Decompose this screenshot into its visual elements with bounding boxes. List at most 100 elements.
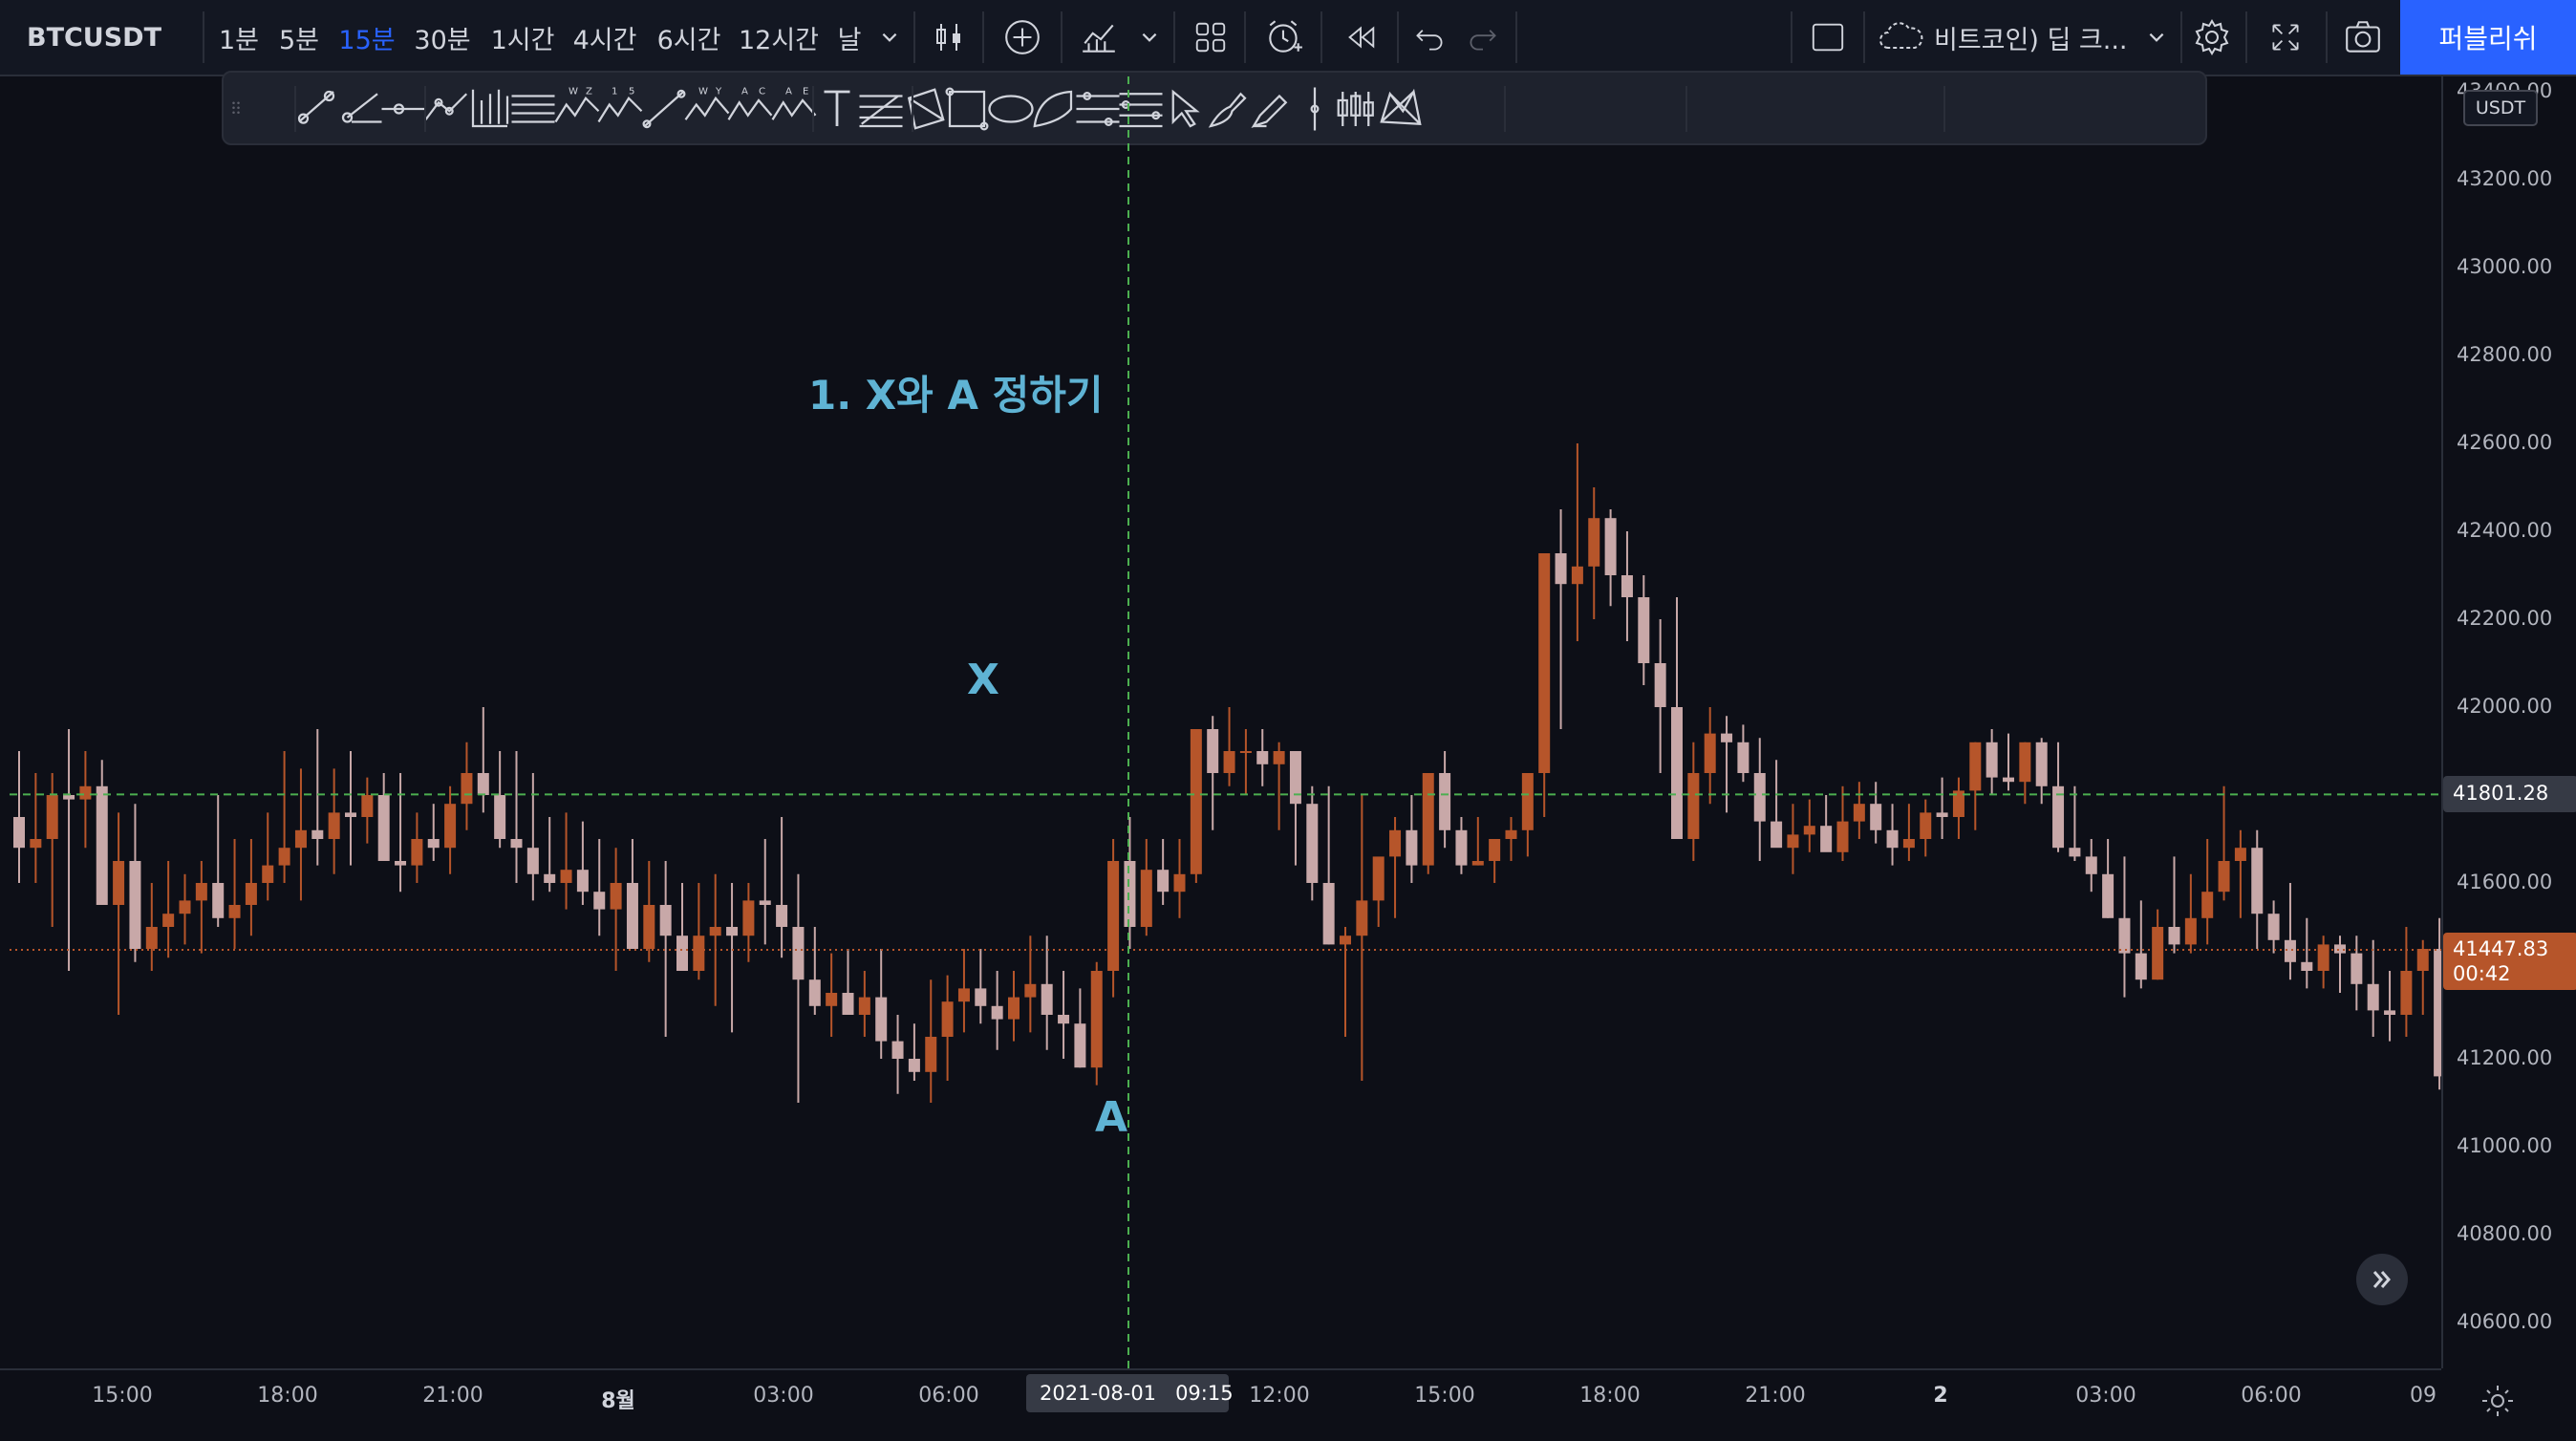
last-price-label: 41447.83 00:42 (2443, 932, 2576, 990)
candle-body (1340, 936, 1351, 945)
candle-body (726, 927, 739, 936)
candle-body (526, 848, 539, 874)
candle-body (113, 861, 125, 905)
interval-7[interactable]: 12시간 (734, 0, 824, 75)
candle-body (941, 1001, 954, 1037)
candle-body (2118, 917, 2131, 954)
candle-body (477, 773, 489, 795)
candle-body (311, 829, 324, 839)
chevron-down-icon[interactable] (873, 0, 906, 75)
candle-body (1588, 518, 1600, 567)
indicators-icon[interactable] (1072, 0, 1126, 75)
candle-body (1886, 829, 1899, 849)
candle-body (1771, 821, 1783, 849)
time-tick: 21:00 (422, 1384, 483, 1408)
scroll-to-realtime-button[interactable] (2356, 1254, 2408, 1305)
candle-body (1322, 883, 1335, 945)
candle-body (2284, 939, 2296, 962)
candle-body (1521, 773, 1534, 830)
candle-body (544, 873, 556, 883)
candle-body (2019, 742, 2031, 783)
candle-body (576, 870, 589, 893)
price-axis[interactable]: 43400.0043200.0043000.0042800.0042600.00… (2441, 76, 2576, 1368)
time-tick: 2 (1933, 1384, 1948, 1408)
interval-1[interactable]: 5분 (269, 0, 329, 75)
candle-body (1986, 742, 1998, 778)
candle-body (245, 883, 257, 905)
candle-body (2267, 914, 2280, 940)
time-tick: 03:00 (2075, 1384, 2136, 1408)
candle-body (643, 905, 655, 949)
candle-body (195, 883, 207, 901)
expand-icon[interactable] (2257, 0, 2314, 75)
candle-body (858, 997, 870, 1015)
time-tick: 03:00 (753, 1384, 814, 1408)
redo-icon[interactable] (1458, 0, 1508, 75)
interval-6[interactable]: 6시간 (648, 0, 730, 75)
candles-style-icon[interactable] (923, 0, 975, 75)
publish-button[interactable]: 퍼블리쉬 (2400, 0, 2576, 75)
candle-body (1920, 812, 1932, 839)
chevron-down-icon[interactable] (1133, 0, 1166, 75)
settings-gear-icon[interactable] (2188, 0, 2236, 75)
candle-body (1223, 751, 1235, 773)
price-tick: 43000.00 (2457, 255, 2553, 278)
last-price-value: 41447.83 (2453, 936, 2549, 960)
candle-body (461, 773, 473, 805)
candle-body (2301, 961, 2313, 971)
layout-grid-icon[interactable] (1185, 0, 1236, 75)
cloud-icon (1879, 22, 1923, 49)
candle-body (1406, 829, 1418, 866)
axis-settings-gear-icon[interactable] (2479, 1382, 2517, 1420)
candle-body (610, 883, 622, 910)
top-toolbar: BTCUSDT 1분5분15분30분1시간4시간6시간12시간날 (0, 0, 2576, 76)
candle-body (345, 812, 356, 817)
candlestick-chart[interactable] (10, 76, 2441, 1368)
candle-body (2003, 777, 2014, 783)
candle-body (411, 839, 423, 866)
candle-body (908, 1059, 920, 1072)
interval-2[interactable]: 15분 (333, 0, 401, 75)
candle-body (1753, 773, 1766, 822)
symbol-search[interactable]: BTCUSDT (13, 0, 195, 75)
time-axis[interactable]: 15:00 18:00 21:00 8월 03:00 06:00 12:00 15:00 18:… (0, 1368, 2441, 1441)
candle-body (2152, 927, 2164, 980)
candle-body (1455, 829, 1468, 866)
camera-icon[interactable] (2335, 0, 2391, 75)
replay-icon[interactable] (1334, 0, 1387, 75)
interval-4[interactable]: 1시간 (483, 0, 562, 75)
candle-body (2234, 848, 2246, 861)
chevron-down-icon[interactable] (2140, 0, 2173, 75)
candle-body (2085, 856, 2097, 874)
add-indicator-icon[interactable] (994, 0, 1051, 75)
undo-icon[interactable] (1405, 0, 1454, 75)
toolbar-divider (2326, 11, 2328, 63)
candle-body (377, 795, 390, 861)
interval-0[interactable]: 1분 (212, 0, 266, 75)
candle-body (212, 883, 225, 918)
candle-body (792, 927, 805, 980)
interval-3[interactable]: 30분 (405, 0, 480, 75)
candle-body (1356, 900, 1368, 936)
toolbar-divider (982, 11, 984, 63)
candle-body (96, 785, 108, 905)
candle-body (328, 812, 340, 839)
toolbar-divider (203, 11, 204, 63)
currency-selector[interactable]: USDT (2463, 90, 2538, 126)
candle-body (1107, 861, 1120, 971)
candle-body (1024, 983, 1037, 998)
toolbar-divider (1791, 11, 1792, 63)
fullscreen-toggle-icon[interactable] (1802, 0, 1854, 75)
interval-8[interactable]: 날 (827, 0, 871, 75)
candle-body (2351, 953, 2363, 984)
candle-body (957, 988, 970, 1002)
price-tick: 41000.00 (2457, 1134, 2553, 1157)
alarm-clock-icon[interactable] (1257, 0, 1311, 75)
candle-body (1505, 829, 1517, 839)
candle-body (1853, 804, 1865, 822)
candle-body (1273, 751, 1285, 764)
interval-5[interactable]: 4시간 (566, 0, 644, 75)
time-tick: 06:00 (2241, 1384, 2302, 1408)
candle-body (361, 795, 374, 817)
candle-body (2400, 971, 2413, 1015)
